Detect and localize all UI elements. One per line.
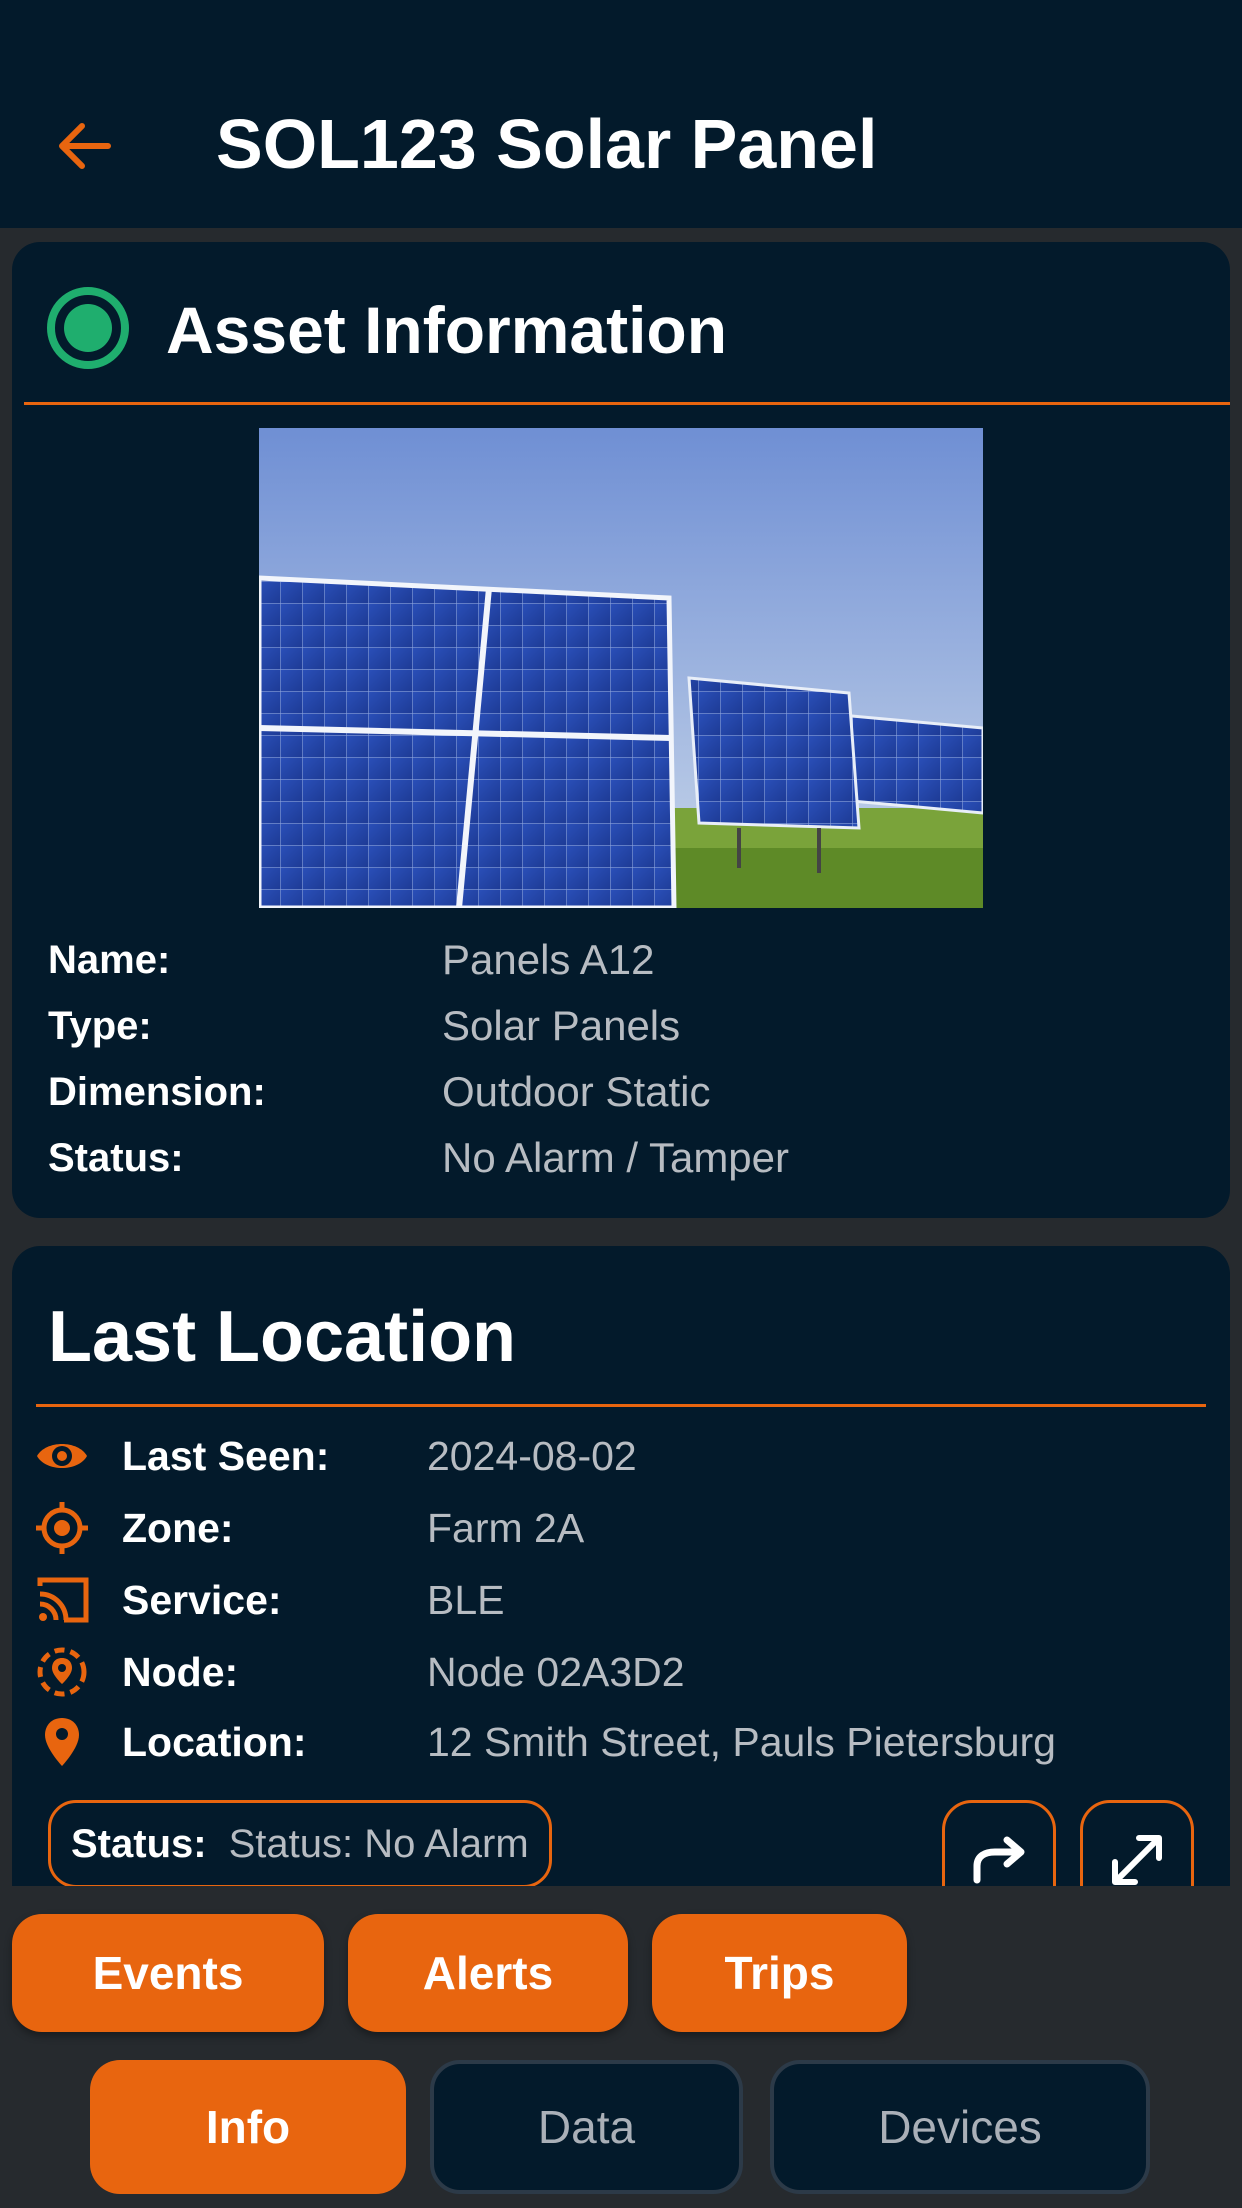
events-button[interactable]: Events — [12, 1914, 324, 2032]
last-location-card: Last Location Last Seen: 2024-08-02 Zone… — [12, 1246, 1230, 1886]
location-field-service: Service: BLE — [12, 1568, 1230, 1632]
location-field-value: 2024-08-02 — [427, 1433, 637, 1479]
asset-field-label: Status: — [48, 1136, 184, 1180]
asset-divider — [24, 402, 1230, 405]
asset-field-label: Name: — [48, 938, 171, 982]
location-status-badge: Status: Status: No Alarm — [48, 1800, 552, 1886]
asset-field-dimension: Dimension: Outdoor Static — [12, 1062, 1230, 1122]
location-field-value: 12 Smith Street, Pauls Pietersburg — [427, 1719, 1056, 1765]
location-dashed-icon — [34, 1644, 90, 1700]
asset-field-label: Dimension: — [48, 1070, 266, 1114]
share-button[interactable] — [942, 1800, 1056, 1886]
status-dot-icon — [47, 287, 129, 369]
location-field-label: Node: — [122, 1649, 239, 1695]
location-field-label: Zone: — [122, 1505, 234, 1551]
location-field-value: BLE — [427, 1577, 505, 1623]
location-field-zone: Zone: Farm 2A — [12, 1496, 1230, 1560]
location-divider — [36, 1404, 1206, 1407]
asset-field-name: Name: Panels A12 — [12, 930, 1230, 990]
share-icon — [973, 1836, 1025, 1884]
location-field-label: Last Seen: — [122, 1433, 330, 1479]
solar-panels-image — [259, 428, 983, 908]
location-field-label: Location: — [122, 1719, 307, 1765]
asset-field-value: Solar Panels — [442, 1002, 681, 1049]
asset-field-value: Outdoor Static — [442, 1068, 711, 1115]
asset-field-status: Status: No Alarm / Tamper — [12, 1128, 1230, 1188]
status-badge-label: Status: — [71, 1821, 207, 1866]
alerts-button[interactable]: Alerts — [348, 1914, 628, 2032]
asset-information-title: Asset Information — [166, 293, 728, 367]
crosshair-icon — [34, 1500, 90, 1556]
tab-devices[interactable]: Devices — [770, 2060, 1150, 2194]
location-field-location: Location: 12 Smith Street, Pauls Pieters… — [12, 1710, 1230, 1774]
location-field-label: Service: — [122, 1577, 282, 1623]
status-badge-value: Status: No Alarm — [228, 1821, 529, 1866]
map-pin-icon — [34, 1714, 90, 1770]
page-title: SOL123 Solar Panel — [216, 105, 878, 183]
tab-data[interactable]: Data — [430, 2060, 743, 2194]
tab-info[interactable]: Info — [90, 2060, 406, 2194]
top-bar: SOL123 Solar Panel — [0, 0, 1242, 228]
asset-information-card: Asset Information Name: Panels A12 Type:… — [12, 242, 1230, 1218]
back-button[interactable] — [48, 110, 120, 182]
expand-icon — [1112, 1835, 1162, 1885]
expand-button[interactable] — [1080, 1800, 1194, 1886]
arrow-left-icon — [59, 123, 111, 169]
location-field-value: Node 02A3D2 — [427, 1649, 685, 1695]
asset-field-value: Panels A12 — [442, 936, 655, 983]
last-location-title: Last Location — [48, 1297, 517, 1377]
asset-field-label: Type: — [48, 1004, 152, 1048]
trips-button[interactable]: Trips — [652, 1914, 907, 2032]
asset-field-type: Type: Solar Panels — [12, 996, 1230, 1056]
eye-icon — [34, 1428, 90, 1484]
cast-icon — [34, 1572, 90, 1628]
location-field-node: Node: Node 02A3D2 — [12, 1640, 1230, 1704]
asset-field-value: No Alarm / Tamper — [442, 1134, 790, 1181]
location-field-value: Farm 2A — [427, 1505, 585, 1551]
location-field-last-seen: Last Seen: 2024-08-02 — [12, 1424, 1230, 1488]
